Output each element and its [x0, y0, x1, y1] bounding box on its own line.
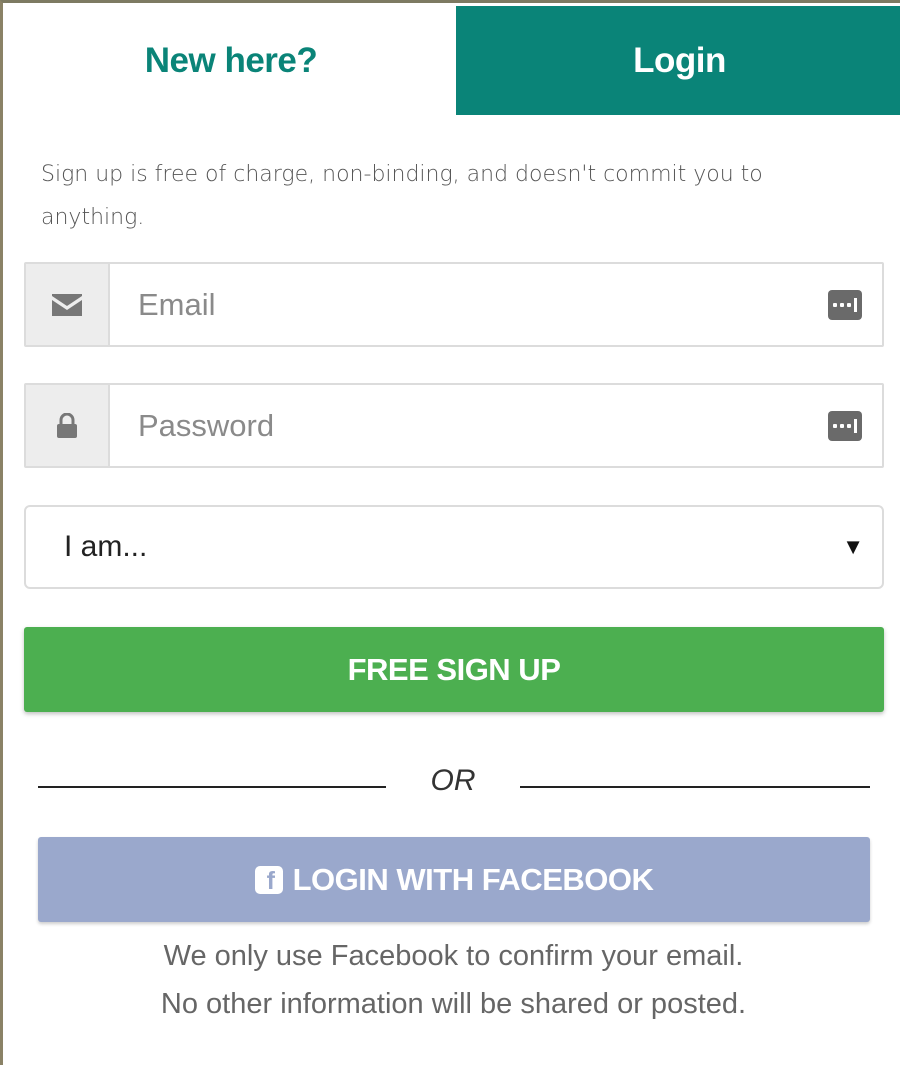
- lock-icon: [57, 412, 77, 438]
- password-manager-icon[interactable]: [828, 289, 862, 320]
- tab-new-here[interactable]: New here?: [6, 6, 456, 115]
- envelope-icon: [52, 293, 82, 316]
- chevron-down-icon: ▼: [842, 534, 864, 559]
- divider-right: [520, 786, 870, 788]
- password-addon: [26, 385, 110, 466]
- facebook-note-line-2: No other information will be shared or p…: [160, 988, 747, 1020]
- facebook-button-label: LOGIN WITH FACEBOOK: [292, 861, 654, 897]
- auth-tabs: New here? Login: [6, 6, 900, 115]
- free-signup-button[interactable]: FREE SIGN UP: [24, 627, 884, 712]
- role-select[interactable]: I am... ▼: [24, 505, 884, 589]
- password-field: [24, 383, 884, 468]
- facebook-icon: f: [254, 865, 283, 894]
- or-divider-text: OR: [430, 764, 476, 797]
- facebook-note-line-1: We only use Facebook to confirm your ema…: [163, 940, 744, 972]
- signup-intro-text: Sign up is free of charge, non-binding, …: [41, 162, 763, 230]
- password-input[interactable]: [110, 385, 828, 466]
- email-input[interactable]: [110, 264, 828, 345]
- password-manager-icon[interactable]: [828, 410, 862, 441]
- role-select-value: I am...: [64, 530, 148, 563]
- tab-login[interactable]: Login: [456, 6, 900, 115]
- login-with-facebook-button[interactable]: f LOGIN WITH FACEBOOK: [38, 837, 870, 922]
- divider-left: [38, 786, 386, 788]
- email-addon: [26, 264, 110, 345]
- email-field: [24, 262, 884, 347]
